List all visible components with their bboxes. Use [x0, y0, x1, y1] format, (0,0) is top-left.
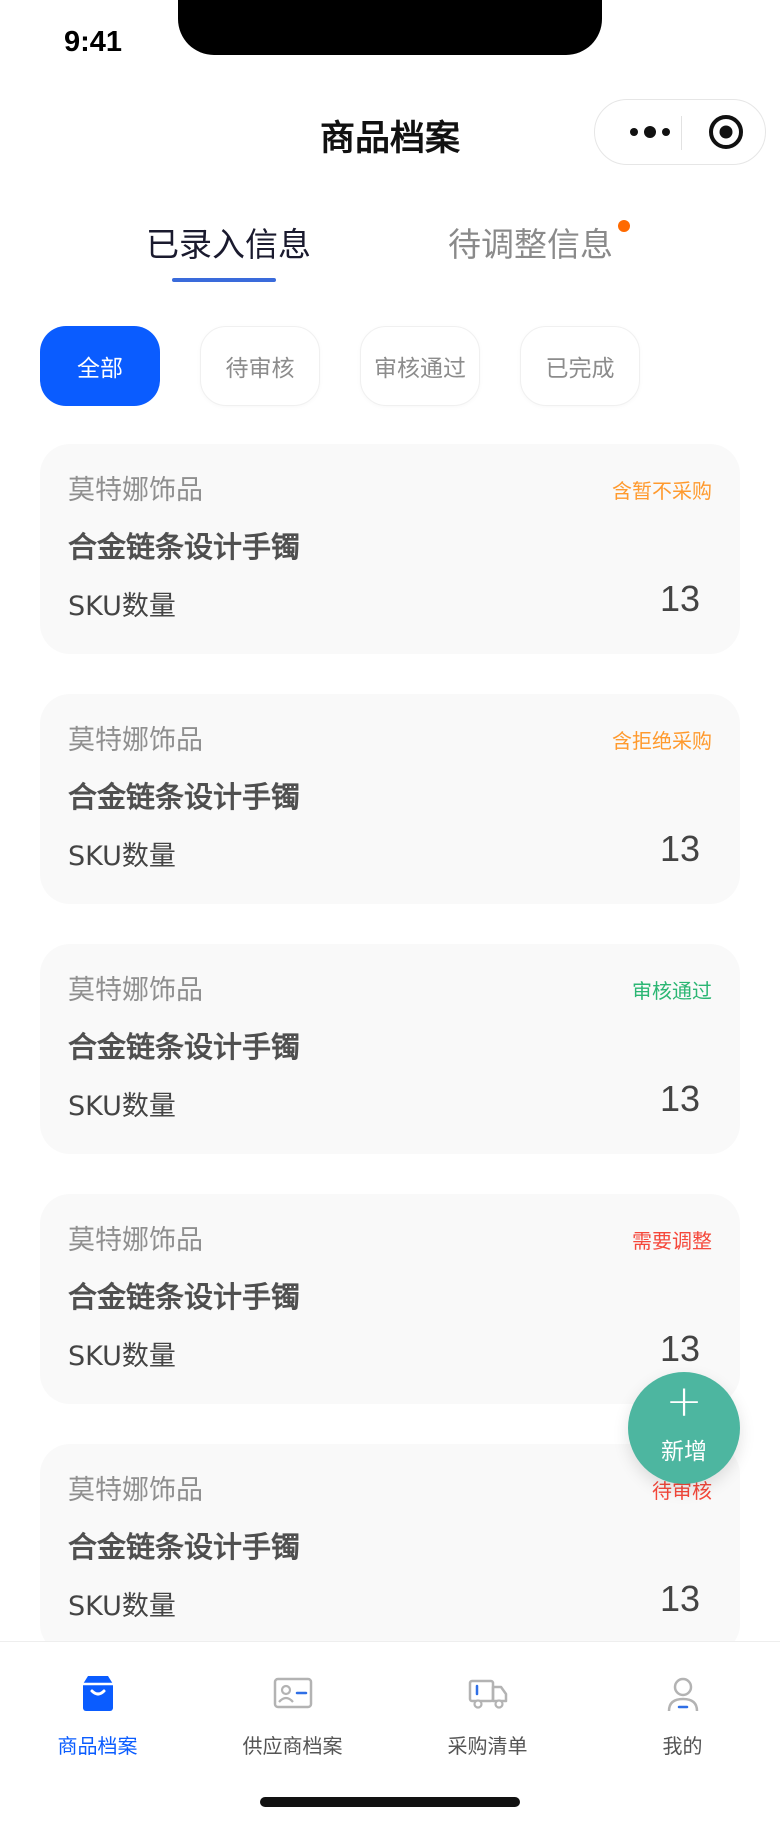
product-card[interactable]: 莫特娜饰品 含暂不采购 合金链条设计手镯 SKU数量 13 — [40, 444, 740, 654]
filter-completed[interactable]: 已完成 — [520, 326, 640, 406]
tab-pending-adjustment[interactable]: 待调整信息 — [448, 218, 613, 266]
bottom-tab-bar: 商品档案 供应商档案 采购清单 我的 — [0, 1641, 780, 1823]
product-name: 合金链条设计手镯 — [68, 780, 301, 814]
supplier-name: 莫特娜饰品 — [68, 975, 203, 1006]
sku-label: SKU数量 — [68, 1091, 176, 1122]
sku-label: SKU数量 — [68, 1591, 176, 1622]
filter-approved[interactable]: 审核通过 — [360, 326, 480, 406]
supplier-name: 莫特娜饰品 — [68, 475, 203, 506]
tabbar-label: 我的 — [662, 1734, 703, 1758]
user-icon — [667, 1677, 699, 1712]
status-badge: 含拒绝采购 — [612, 729, 712, 753]
product-card[interactable]: 莫特娜饰品 审核通过 合金链条设计手镯 SKU数量 13 — [40, 944, 740, 1154]
tabbar-item-mine[interactable]: 我的 — [585, 1656, 780, 1758]
status-badge: 审核通过 — [632, 979, 712, 1003]
miniprogram-capsule — [594, 99, 766, 165]
id-card-icon — [273, 1677, 313, 1709]
supplier-name: 莫特娜饰品 — [68, 1475, 203, 1506]
close-miniprogram-icon[interactable] — [707, 113, 745, 151]
archive-box-icon — [83, 1676, 113, 1711]
filter-pending-review[interactable]: 待审核 — [200, 326, 320, 406]
more-options-icon[interactable] — [621, 100, 679, 164]
filter-all[interactable]: 全部 — [40, 326, 160, 406]
capsule-divider — [681, 116, 682, 150]
sku-label: SKU数量 — [68, 841, 176, 872]
truck-icon — [468, 1679, 508, 1709]
status-badge: 含暂不采购 — [612, 479, 712, 503]
tabbar-label: 采购清单 — [447, 1734, 528, 1758]
sku-count: 13 — [659, 578, 700, 619]
sku-count: 13 — [659, 1078, 700, 1119]
supplier-name: 莫特娜饰品 — [68, 1225, 203, 1256]
sku-label: SKU数量 — [68, 1341, 176, 1372]
add-button-label: 新增 — [661, 1439, 707, 1465]
product-card[interactable]: 莫特娜饰品 需要调整 合金链条设计手镯 SKU数量 13 — [40, 1194, 740, 1404]
sku-count: 13 — [659, 1578, 700, 1619]
plus-icon: + — [665, 1376, 703, 1427]
product-name: 合金链条设计手镯 — [68, 1030, 301, 1064]
sku-count: 13 — [659, 828, 700, 869]
sku-label: SKU数量 — [68, 591, 176, 622]
product-name: 合金链条设计手镯 — [68, 530, 301, 564]
supplier-name: 莫特娜饰品 — [68, 725, 203, 756]
tabbar-item-suppliers[interactable]: 供应商档案 — [195, 1656, 390, 1758]
notification-dot — [618, 220, 630, 232]
product-name: 合金链条设计手镯 — [68, 1530, 301, 1564]
status-time: 9:41 — [64, 26, 123, 58]
status-badge: 需要调整 — [632, 1229, 712, 1253]
product-name: 合金链条设计手镯 — [68, 1280, 301, 1314]
sku-count: 13 — [659, 1328, 700, 1369]
product-card[interactable]: 莫特娜饰品 含拒绝采购 合金链条设计手镯 SKU数量 13 — [40, 694, 740, 904]
active-tab-underline — [172, 278, 276, 282]
tabbar-label: 供应商档案 — [242, 1734, 343, 1758]
add-button[interactable]: + 新增 — [628, 1372, 740, 1484]
device-notch — [178, 0, 602, 55]
home-indicator — [260, 1797, 520, 1807]
product-card[interactable]: 莫特娜饰品 待审核 合金链条设计手镯 SKU数量 13 — [40, 1444, 740, 1654]
tab-entered-info[interactable]: 已录入信息 — [146, 218, 311, 266]
tabbar-item-purchase-list[interactable]: 采购清单 — [390, 1656, 585, 1758]
tabbar-item-products[interactable]: 商品档案 — [0, 1656, 195, 1758]
tabbar-label: 商品档案 — [57, 1734, 138, 1758]
